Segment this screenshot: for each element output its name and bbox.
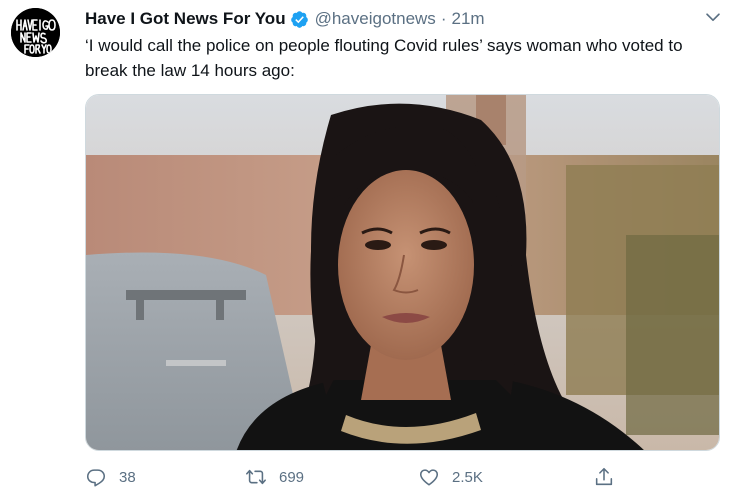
tweet[interactable]: Have I Got News For You @haveigotnews · … [0,0,750,501]
like-button[interactable]: 2.5K [418,464,483,490]
reply-icon [86,469,106,487]
chevron-down-icon[interactable] [702,6,724,28]
handle[interactable]: @haveigotnews [315,9,436,29]
retweet-count: 699 [279,468,305,486]
avatar[interactable] [11,8,60,57]
separator-dot: · [440,9,447,28]
verified-badge-icon [290,11,308,28]
photo-woman-river-view [86,95,719,450]
timestamp[interactable]: 21m [451,9,484,29]
hignfy-logo [11,8,60,57]
retweet-button[interactable]: 699 [245,464,304,490]
share-icon [595,467,613,486]
display-name[interactable]: Have I Got News For You [85,9,286,29]
tweet-text: ‘I would call the police on people flout… [85,36,683,80]
share-button[interactable] [593,464,615,490]
tweet-media-photo[interactable] [85,94,720,451]
tweet-actions: 38 699 2.5K [85,464,725,490]
like-count: 2.5K [452,468,483,486]
reply-button[interactable]: 38 [85,464,136,490]
retweet-icon [246,469,266,485]
heart-icon [419,469,439,486]
reply-count: 38 [119,468,136,486]
tweet-header: Have I Got News For You @haveigotnews · … [85,7,485,31]
